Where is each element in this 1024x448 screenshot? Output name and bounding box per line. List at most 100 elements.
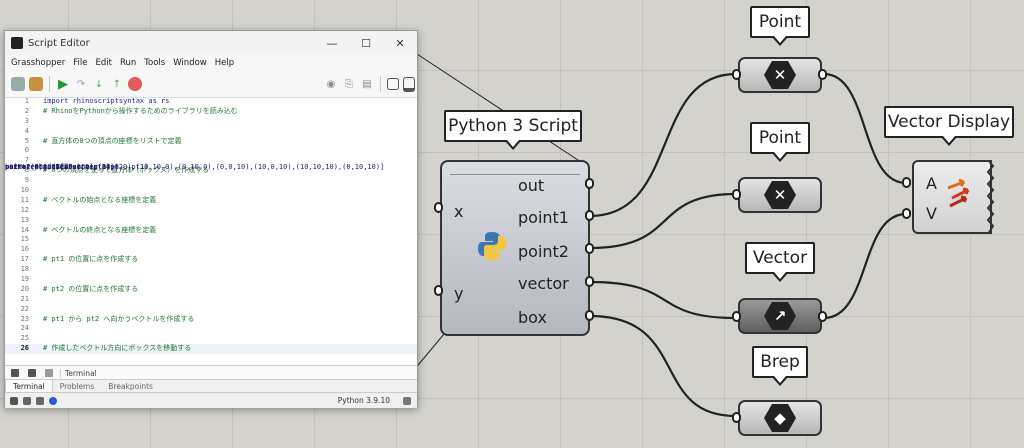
code-line: 5 # 直方体の8つの頂点の座標をリストで定義 <box>5 137 417 147</box>
menu-file[interactable]: File <box>73 58 87 68</box>
wire-point2 <box>589 192 737 250</box>
python-component-title-bubble: Python 3 Script <box>444 110 582 150</box>
brep-input-grip[interactable] <box>732 412 741 423</box>
bottom-tabs: Terminal Problems Breakpoints <box>5 379 417 393</box>
output-point2-label: point2 <box>518 242 569 261</box>
vector-display-title: Vector Display <box>887 112 1011 132</box>
output-vector-grip[interactable] <box>585 276 594 287</box>
save-icon[interactable] <box>11 77 25 91</box>
vector-param-icon: ↗ <box>764 302 796 330</box>
vector-param[interactable]: ↗ <box>738 298 822 334</box>
code-line: 6 <box>5 146 417 156</box>
layout-icon[interactable] <box>403 396 411 405</box>
point2-title-bubble: Point <box>750 122 810 162</box>
step-into-icon[interactable]: ↓ <box>92 77 106 91</box>
document-2-icon[interactable] <box>36 396 44 405</box>
terminal-copy-icon[interactable] <box>11 369 19 377</box>
menu-window[interactable]: Window <box>173 58 207 68</box>
output-box-label: box <box>518 308 547 327</box>
tab-breakpoints[interactable]: Breakpoints <box>101 382 160 391</box>
code-line: 1 import rhinoscriptsyntax as rs <box>5 97 417 107</box>
brep-title-bubble: Brep <box>752 346 808 386</box>
line-number: 2 <box>24 106 29 115</box>
help-icon[interactable] <box>49 396 57 405</box>
output-out-label: out <box>518 176 545 195</box>
status-bar: Python 3.9.10 <box>5 392 417 408</box>
point1-input-grip[interactable] <box>732 69 741 80</box>
stop-icon[interactable] <box>128 77 142 91</box>
line-number: 6 <box>24 146 29 155</box>
code-text: # RhinoをPythonから操作するためのライブラリを読み込む <box>43 106 238 115</box>
input-x-grip[interactable] <box>434 202 443 213</box>
menu-grasshopper[interactable]: Grasshopper <box>11 58 65 68</box>
vector-input-grip[interactable] <box>732 311 741 322</box>
terminal-clear-icon[interactable] <box>28 369 36 377</box>
editor-titlebar[interactable]: Script Editor — ☐ ✕ <box>5 31 417 55</box>
editor-menubar: Grasshopper File Edit Run Tools Window H… <box>5 55 417 71</box>
code-text: import rhinoscriptsyntax as rs <box>43 97 170 105</box>
brep-param-icon: ◆ <box>764 404 796 432</box>
point2-title: Point <box>758 128 802 148</box>
output-vector-label: vector <box>518 274 569 293</box>
brep-param[interactable]: ◆ <box>738 400 822 436</box>
side-panel-icon[interactable] <box>387 78 399 90</box>
point-param-icon: ✕ <box>764 181 796 209</box>
vector-display-icon <box>947 178 970 208</box>
preview-eye-icon[interactable]: ◉ <box>324 77 338 91</box>
editor-window-title: Script Editor <box>28 37 90 49</box>
maximize-button[interactable]: ☐ <box>349 37 383 50</box>
editor-toolbar: ▶ ↷ ↓ ↑ ◉ ⎘ ▤ <box>5 71 417 98</box>
python-component-title: Python 3 Script <box>448 116 578 136</box>
menu-run[interactable]: Run <box>120 58 136 68</box>
outline-icon[interactable]: ▤ <box>360 77 374 91</box>
vector-display-jagged-edge <box>986 160 995 234</box>
document-icon[interactable] <box>23 396 31 405</box>
menu-help[interactable]: Help <box>215 58 234 68</box>
component-top-band <box>450 162 580 175</box>
tab-problems[interactable]: Problems <box>53 382 102 391</box>
minimize-button[interactable]: — <box>315 37 349 50</box>
python-3-script-component[interactable]: x y out point1 point2 vector box <box>440 160 590 336</box>
brep-title: Brep <box>760 352 800 372</box>
input-y-grip[interactable] <box>434 285 443 296</box>
vector-output-grip[interactable] <box>818 311 827 322</box>
point1-title: Point <box>758 12 802 32</box>
output-point2-grip[interactable] <box>585 243 594 254</box>
editor-leader-line-bottom <box>413 333 445 371</box>
python-version: Python 3.9.10 <box>337 396 390 405</box>
vector-display-input-v-grip[interactable] <box>902 208 911 219</box>
code-line: 25 rs.MoveObject(box, vector) <box>5 163 417 344</box>
input-y-label: y <box>454 284 464 303</box>
bottom-panel-icon[interactable] <box>403 76 415 92</box>
grasshopper-app-icon <box>11 37 23 49</box>
point1-param[interactable]: ✕ <box>738 57 822 93</box>
vector-display-title-bubble: Vector Display <box>884 106 1014 146</box>
output-out-grip[interactable] <box>585 178 594 189</box>
code-text: # 直方体の8つの頂点の座標をリストで定義 <box>43 136 182 145</box>
output-point1-grip[interactable] <box>585 210 594 221</box>
terminal-wrap-icon[interactable] <box>45 369 53 377</box>
menu-edit[interactable]: Edit <box>95 58 111 68</box>
point2-param[interactable]: ✕ <box>738 177 822 213</box>
code-line: 3 <box>5 117 417 127</box>
code-editor[interactable]: 1 import rhinoscriptsyntax as rs 2 # Rhinoを… <box>5 97 417 365</box>
step-over-icon[interactable]: ↷ <box>74 77 88 91</box>
step-out-icon[interactable]: ↑ <box>110 77 124 91</box>
point1-output-grip[interactable] <box>818 69 827 80</box>
toolbar-separator-2 <box>380 76 381 92</box>
output-box-grip[interactable] <box>585 310 594 321</box>
search-doc-icon[interactable]: ⎘ <box>342 77 356 91</box>
close-button[interactable]: ✕ <box>383 37 417 50</box>
vector-display-input-v-label: V <box>926 204 937 223</box>
run-icon[interactable]: ▶ <box>56 77 70 92</box>
point2-input-grip[interactable] <box>732 189 741 200</box>
point-param-icon: ✕ <box>764 61 796 89</box>
vector-display-input-a-grip[interactable] <box>902 177 911 188</box>
vector-title-bubble: Vector <box>745 242 815 282</box>
vector-display-component[interactable]: A V <box>912 160 992 234</box>
search-icon[interactable] <box>10 396 18 405</box>
line-number: 5 <box>24 136 29 145</box>
script-editor-window[interactable]: Script Editor — ☐ ✕ Grasshopper File Edi… <box>4 30 418 408</box>
menu-tools[interactable]: Tools <box>144 58 165 68</box>
package-icon[interactable] <box>29 77 43 91</box>
